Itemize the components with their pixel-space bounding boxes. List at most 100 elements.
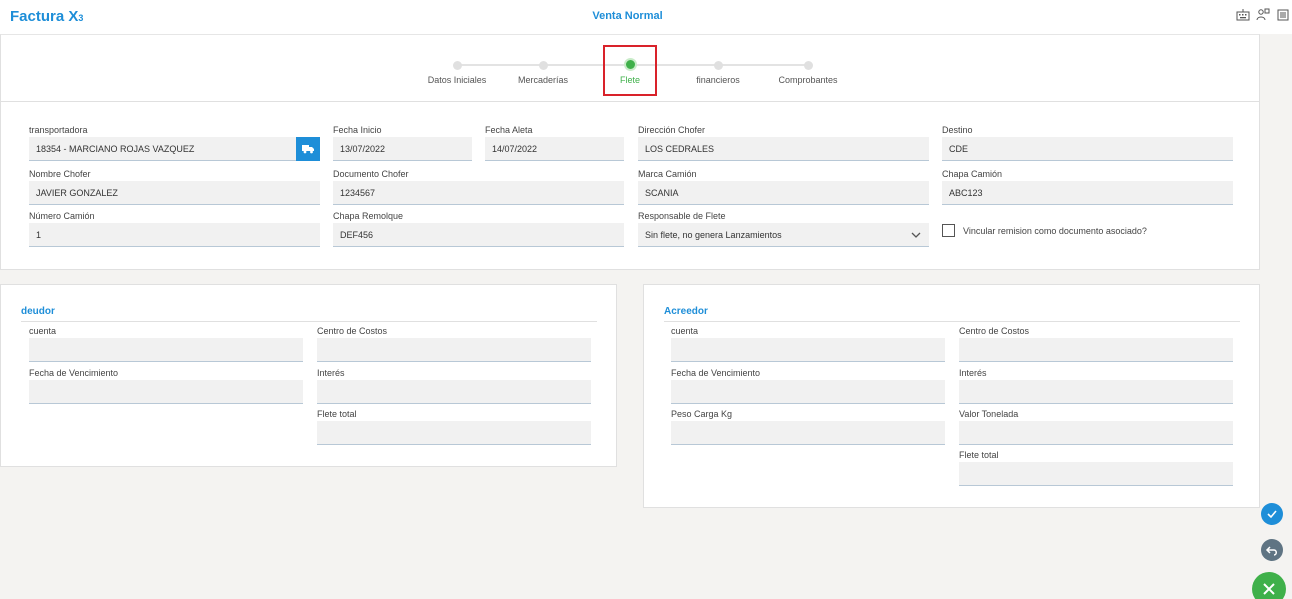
- acreedor-valor-tonelada-input[interactable]: [959, 421, 1233, 445]
- field-label: Marca Camión: [638, 169, 697, 179]
- deudor-panel: deudor cuenta Centro de Costos Fecha de …: [0, 284, 617, 467]
- field-label: Interés: [959, 368, 987, 378]
- close-icon: [1263, 583, 1275, 595]
- fecha-aleta-field: Fecha Aleta 14/07/2022: [485, 124, 624, 161]
- deudor-interes-input[interactable]: [317, 380, 591, 404]
- field-label: Interés: [317, 368, 345, 378]
- chapa-camion-field: Chapa Camión ABC123: [942, 168, 1233, 205]
- acreedor-interes-input[interactable]: [959, 380, 1233, 404]
- fecha-inicio-input[interactable]: 13/07/2022: [333, 137, 472, 161]
- field-label: Fecha de Vencimiento: [671, 368, 761, 378]
- fecha-aleta-input[interactable]: 14/07/2022: [485, 137, 624, 161]
- deudor-centro-costos-field: Centro de Costos: [317, 325, 591, 362]
- step-dot: [538, 61, 548, 70]
- acreedor-valor-tonelada-field: Valor Tonelada: [959, 408, 1233, 445]
- close-button[interactable]: [1252, 572, 1286, 599]
- active-step-highlight: [603, 45, 657, 96]
- step-dot: [452, 61, 462, 70]
- acreedor-centro-costos-input[interactable]: [959, 338, 1233, 362]
- chapa-camion-input[interactable]: ABC123: [942, 181, 1233, 205]
- field-label: Dirección Chofer: [638, 125, 706, 135]
- users-icon[interactable]: [1256, 8, 1270, 22]
- section-divider: [664, 321, 1240, 322]
- step-dot: [803, 61, 813, 70]
- field-label: Flete total: [959, 450, 999, 460]
- truck-search-button[interactable]: [296, 137, 320, 161]
- transportadora-input[interactable]: 18354 - MARCIANO ROJAS VAZQUEZ: [29, 137, 320, 161]
- chapa-remolque-input[interactable]: DEF456: [333, 223, 624, 247]
- field-label: Número Camión: [29, 211, 95, 221]
- deudor-fecha-vencimiento-input[interactable]: [29, 380, 303, 404]
- field-label: Centro de Costos: [317, 326, 388, 336]
- field-label: cuenta: [671, 326, 699, 336]
- acreedor-cuenta-field: cuenta: [671, 325, 945, 362]
- fecha-inicio-field: Fecha Inicio 13/07/2022: [333, 124, 472, 161]
- field-label: Valor Tonelada: [959, 409, 1019, 419]
- deudor-flete-total-field: Flete total: [317, 408, 591, 445]
- numero-camion-field: Número Camión 1: [29, 210, 320, 247]
- field-label: Chapa Camión: [942, 169, 1003, 179]
- acreedor-fecha-vencimiento-input[interactable]: [671, 380, 945, 404]
- wizard-stepper: Datos Iniciales Mercaderías Flete financ…: [0, 34, 1260, 102]
- field-label: Centro de Costos: [959, 326, 1030, 336]
- acreedor-flete-total-field: Flete total: [959, 449, 1233, 486]
- deudor-title: deudor: [21, 306, 55, 317]
- confirm-button[interactable]: [1261, 503, 1283, 525]
- top-icons: [1236, 8, 1290, 22]
- deudor-interes-field: Interés: [317, 367, 591, 404]
- deudor-cuenta-field: cuenta: [29, 325, 303, 362]
- page-title: Venta Normal: [592, 10, 663, 22]
- top-bar: Factura X3 Venta Normal: [0, 0, 1292, 34]
- check-icon: [1267, 510, 1277, 519]
- field-label: Responsable de Flete: [638, 211, 726, 221]
- direccion-chofer-input[interactable]: LOS CEDRALES: [638, 137, 929, 161]
- field-label: Nombre Chofer: [29, 169, 91, 179]
- field-label: Peso Carga Kg: [671, 409, 733, 419]
- field-label: Fecha Aleta: [485, 125, 533, 135]
- field-label: Fecha de Vencimiento: [29, 368, 119, 378]
- documento-chofer-input[interactable]: 1234567: [333, 181, 624, 205]
- back-button[interactable]: [1261, 539, 1283, 561]
- step-dot: [713, 61, 723, 70]
- keyboard-icon[interactable]: [1236, 8, 1250, 22]
- deudor-centro-costos-input[interactable]: [317, 338, 591, 362]
- responsable-flete-select[interactable]: Sin flete, no genera Lanzamientos: [638, 223, 929, 247]
- direccion-chofer-field: Dirección Chofer LOS CEDRALES: [638, 124, 929, 161]
- numero-camion-input[interactable]: 1: [29, 223, 320, 247]
- documento-chofer-field: Documento Chofer 1234567: [333, 168, 624, 205]
- truck-icon: [302, 145, 314, 154]
- responsable-flete-field: Responsable de Flete Sin flete, no gener…: [638, 210, 929, 247]
- deudor-flete-total-input[interactable]: [317, 421, 591, 445]
- flete-form: transportadora 18354 - MARCIANO ROJAS VA…: [0, 102, 1260, 270]
- nombre-chofer-field: Nombre Chofer JAVIER GONZALEZ: [29, 168, 320, 205]
- acreedor-panel: Acreedor cuenta Centro de Costos Fecha d…: [643, 284, 1260, 508]
- field-label: Fecha Inicio: [333, 125, 382, 135]
- marca-camion-field: Marca Camión SCANIA: [638, 168, 929, 205]
- chapa-remolque-field: Chapa Remolque DEF456: [333, 210, 624, 247]
- transportadora-field: transportadora 18354 - MARCIANO ROJAS VA…: [29, 124, 320, 161]
- marca-camion-input[interactable]: SCANIA: [638, 181, 929, 205]
- step-label: Comprobantes: [778, 75, 838, 85]
- acreedor-peso-carga-input[interactable]: [671, 421, 945, 445]
- field-label: Documento Chofer: [333, 169, 409, 179]
- document-icon[interactable]: [1276, 8, 1290, 22]
- destino-input[interactable]: CDE: [942, 137, 1233, 161]
- field-label: cuenta: [29, 326, 57, 336]
- destino-field: Destino CDE: [942, 124, 1233, 161]
- undo-icon: [1265, 546, 1277, 556]
- vincular-remision-checkbox[interactable]: [942, 224, 955, 237]
- nombre-chofer-input[interactable]: JAVIER GONZALEZ: [29, 181, 320, 205]
- vincular-remision-checkbox-row[interactable]: Vincular remision como documento asociad…: [942, 224, 1147, 237]
- acreedor-flete-total-input[interactable]: [959, 462, 1233, 486]
- field-label: Chapa Remolque: [333, 211, 404, 221]
- select-value: Sin flete, no genera Lanzamientos: [645, 230, 782, 240]
- chevron-down-icon[interactable]: [903, 223, 929, 247]
- acreedor-cuenta-input[interactable]: [671, 338, 945, 362]
- field-value: 18354 - MARCIANO ROJAS VAZQUEZ: [36, 144, 195, 154]
- deudor-cuenta-input[interactable]: [29, 338, 303, 362]
- checkbox-label: Vincular remision como documento asociad…: [963, 225, 1147, 236]
- deudor-fecha-vencimiento-field: Fecha de Vencimiento: [29, 367, 303, 404]
- acreedor-title: Acreedor: [664, 306, 708, 317]
- field-label: Destino: [942, 125, 973, 135]
- section-divider: [21, 321, 597, 322]
